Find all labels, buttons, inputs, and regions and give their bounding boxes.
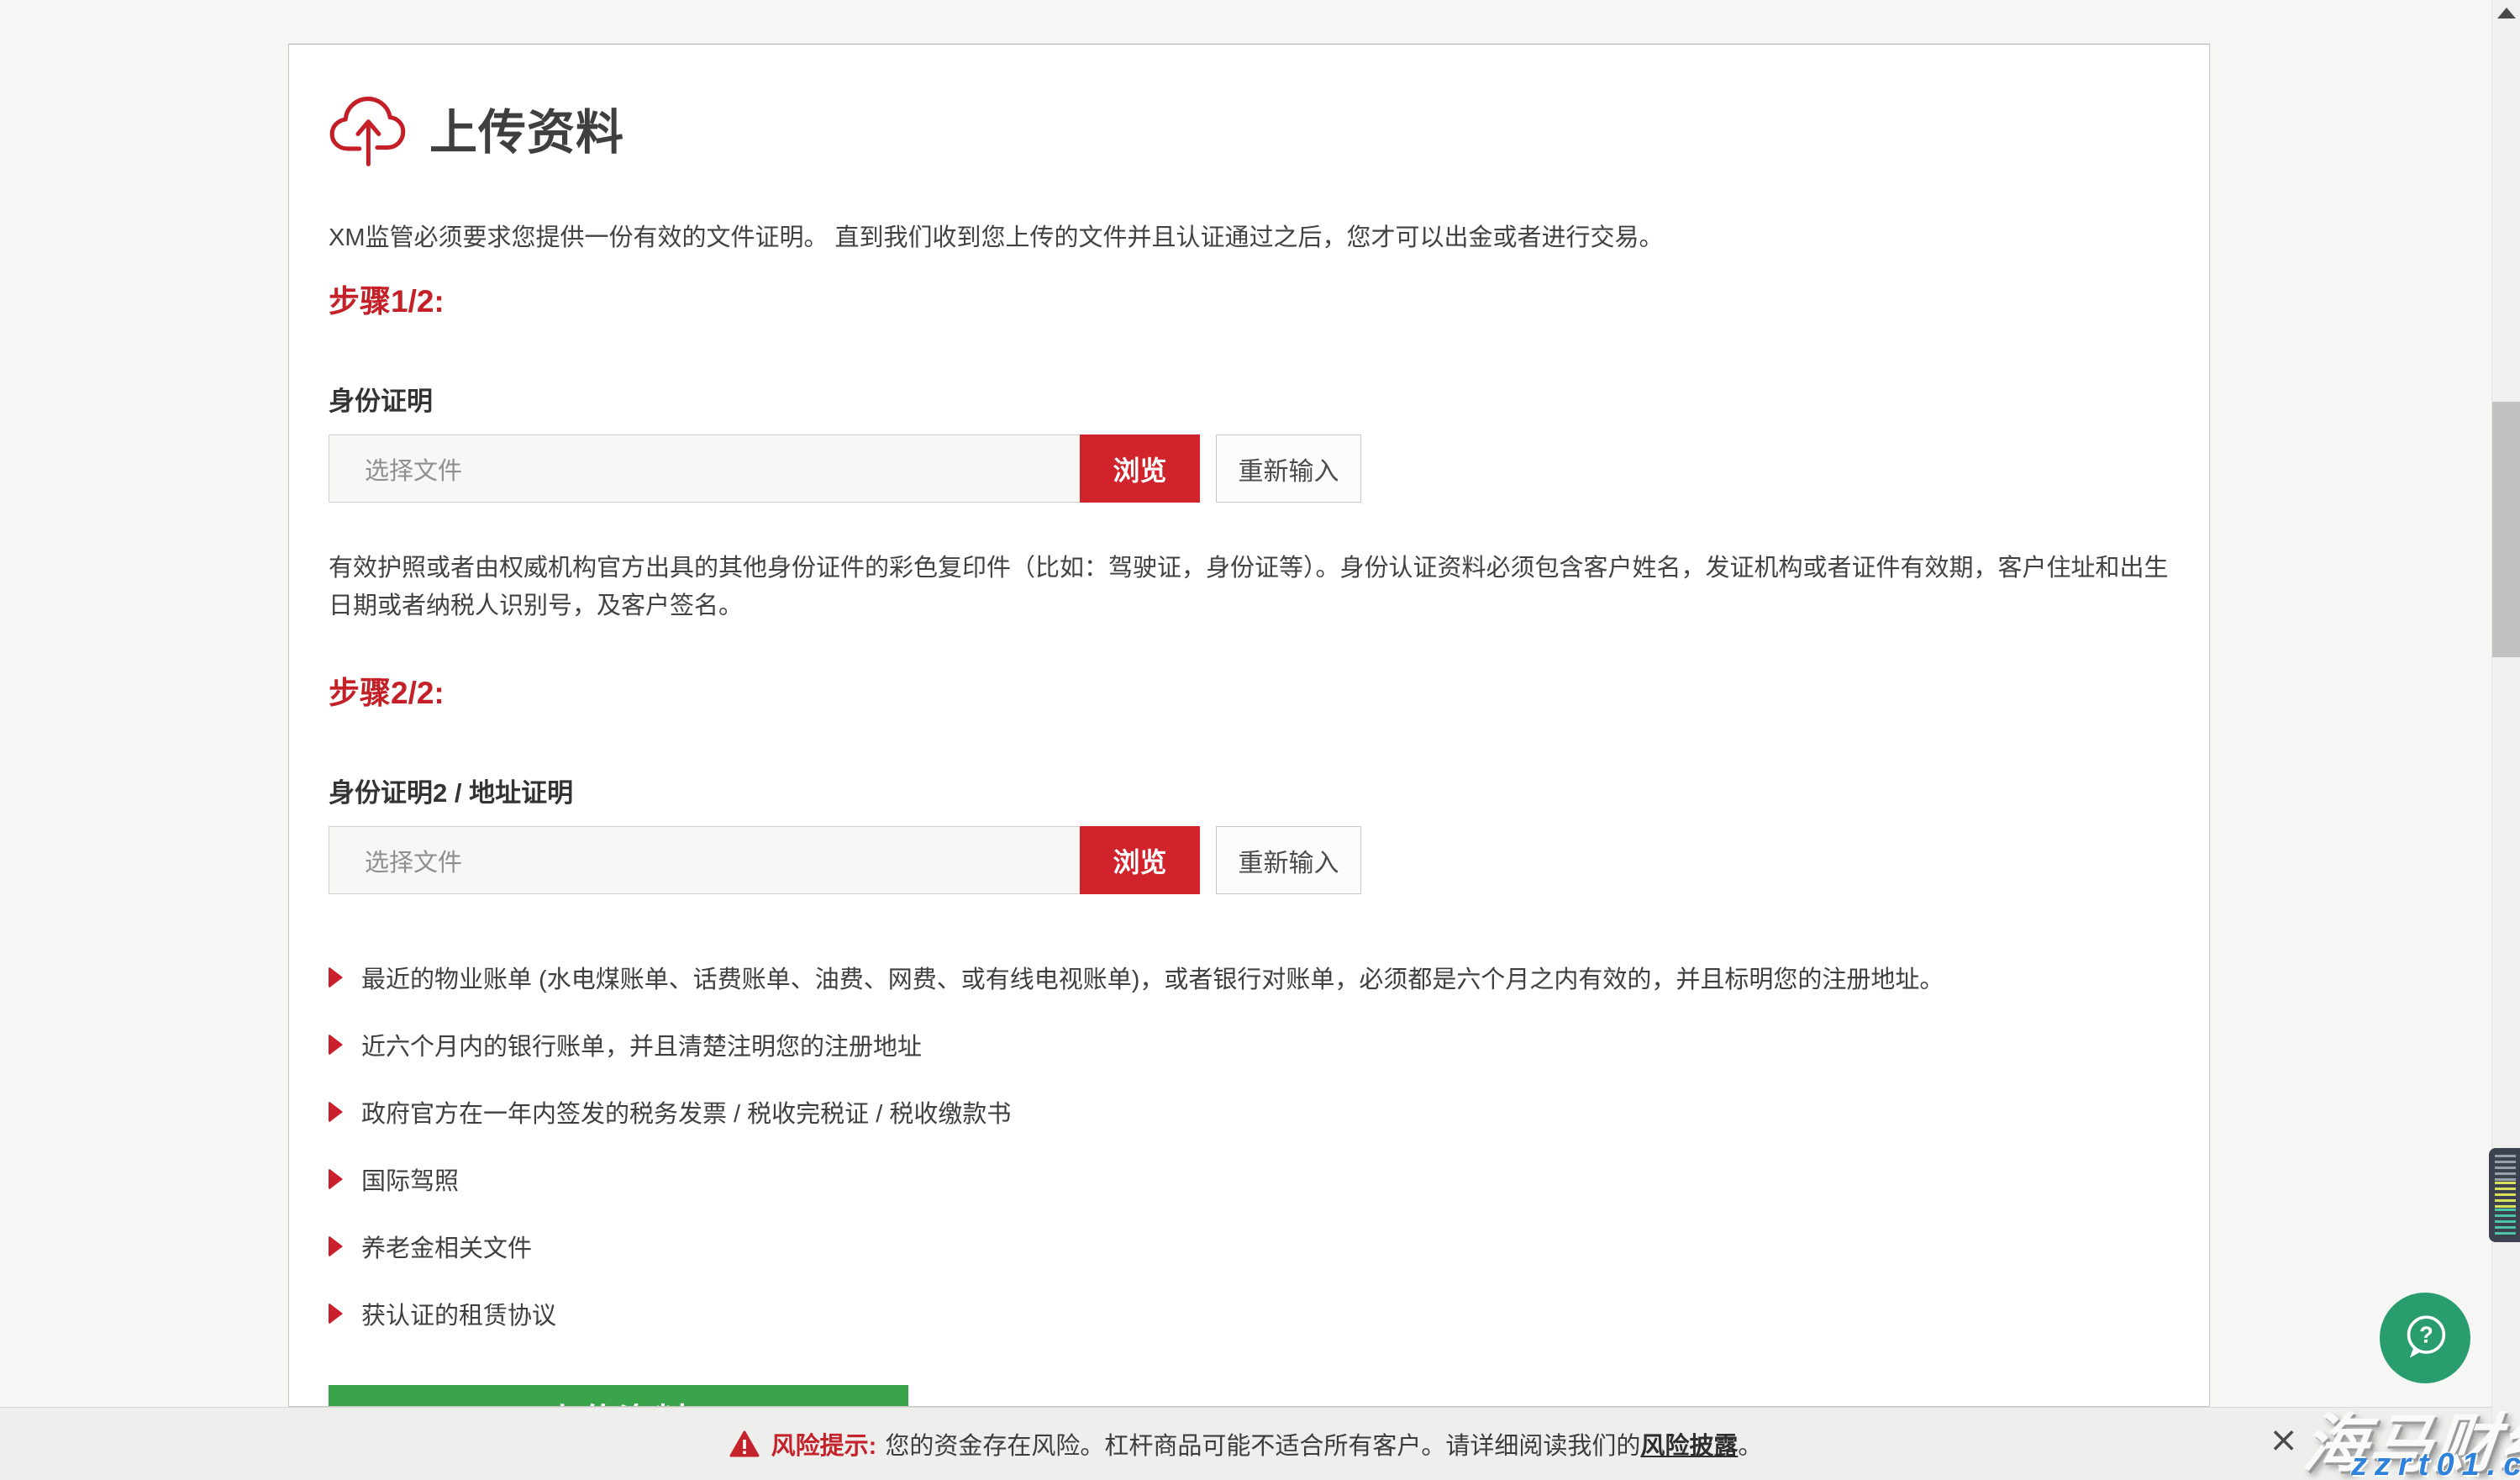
- warning-icon: [729, 1430, 760, 1458]
- file-placeholder: 选择文件: [329, 827, 1080, 893]
- risk-banner: 风险提示: 您的资金存在风险。杠杆商品可能不适合所有客户。请详细阅读我们的 风险…: [0, 1407, 2491, 1480]
- list-item: 养老金相关文件: [329, 1229, 2171, 1264]
- list-item-text: 国际驾照: [361, 1161, 459, 1197]
- scrollbar-thumb[interactable]: [2492, 402, 2520, 657]
- reset-button[interactable]: 重新输入: [1216, 826, 1361, 894]
- list-item-text: 获认证的租赁协议: [361, 1296, 556, 1331]
- upload-documents-card: 上传资料 XM监管必须要求您提供一份有效的文件证明。 直到我们收到您上传的文件并…: [288, 44, 2210, 1407]
- bullet-triangle-icon: [329, 1034, 343, 1056]
- address-proof-file-input[interactable]: 选择文件 浏览: [329, 826, 1200, 894]
- edge-stripes-widget[interactable]: [2489, 1148, 2520, 1242]
- upload-cloud-icon: [329, 90, 406, 167]
- step-2-heading: 步骤2/2:: [329, 667, 2171, 713]
- scroll-up-arrow-icon[interactable]: [2497, 8, 2516, 18]
- card-header: 上传资料: [329, 90, 2171, 167]
- id-requirements-text: 有效护照或者由权威机构官方出具的其他身份证件的彩色复印件（比如：驾驶证，身份证等…: [329, 550, 2169, 625]
- bullet-triangle-icon: [329, 1101, 343, 1123]
- list-item-text: 近六个月内的银行账单，并且清楚注明您的注册地址: [361, 1027, 922, 1062]
- reset-button[interactable]: 重新输入: [1216, 435, 1361, 503]
- risk-disclosure-link[interactable]: 风险披露: [1640, 1426, 1738, 1462]
- stripes-teal: [2495, 1209, 2516, 1235]
- file-placeholder: 选择文件: [329, 435, 1080, 502]
- address-proof-file-row: 选择文件 浏览 重新输入: [329, 826, 2171, 894]
- id-proof-file-row: 选择文件 浏览 重新输入: [329, 435, 2171, 503]
- page-title: 上传资料: [429, 94, 624, 163]
- stripes-gray: [2495, 1155, 2516, 1182]
- id-proof-file-input[interactable]: 选择文件 浏览: [329, 435, 1200, 503]
- bullet-triangle-icon: [329, 966, 343, 988]
- bullet-triangle-icon: [329, 1235, 343, 1257]
- svg-text:?: ?: [2419, 1321, 2433, 1347]
- list-item: 最近的物业账单 (水电煤账单、话费账单、油费、网费、或有线电视账单)，或者银行对…: [329, 960, 2171, 995]
- browse-button[interactable]: 浏览: [1080, 435, 1200, 503]
- intro-text: XM监管必须要求您提供一份有效的文件证明。 直到我们收到您上传的文件并且认证通过…: [329, 219, 2171, 257]
- risk-warning-text: 您的资金存在风险。杠杆商品可能不适合所有客户。请详细阅读我们的: [885, 1426, 1640, 1462]
- risk-warning-label: 风险提示:: [771, 1426, 877, 1462]
- list-item-text: 政府官方在一年内签发的税务发票 / 税收完税证 / 税收缴款书: [361, 1094, 1011, 1130]
- list-item-text: 养老金相关文件: [361, 1229, 532, 1264]
- address-proof-label: 身份证明2 / 地址证明: [329, 772, 2171, 809]
- bullet-triangle-icon: [329, 1168, 343, 1190]
- list-item-text: 最近的物业账单 (水电煤账单、话费账单、油费、网费、或有线电视账单)，或者银行对…: [361, 960, 1944, 995]
- question-bubble-icon: ?: [2395, 1307, 2455, 1370]
- list-item: 获认证的租赁协议: [329, 1296, 2171, 1331]
- list-item: 政府官方在一年内签发的税务发票 / 税收完税证 / 税收缴款书: [329, 1094, 2171, 1130]
- upload-submit-button[interactable]: 上传资料: [329, 1385, 908, 1407]
- browse-button[interactable]: 浏览: [1080, 826, 1200, 894]
- bullet-triangle-icon: [329, 1303, 343, 1325]
- list-item: 近六个月内的银行账单，并且清楚注明您的注册地址: [329, 1027, 2171, 1062]
- risk-banner-close-button[interactable]: ×: [2269, 1422, 2298, 1457]
- risk-warning-suffix: 。: [1738, 1426, 1762, 1462]
- step-1-heading: 步骤1/2:: [329, 276, 2171, 321]
- watermark-site-url: zzrt01.cn: [2351, 1447, 2520, 1480]
- help-chat-button[interactable]: ?: [2380, 1293, 2470, 1383]
- stripes-yellow: [2495, 1182, 2516, 1209]
- vertical-scrollbar[interactable]: [2491, 0, 2520, 1480]
- accepted-documents-list: 最近的物业账单 (水电煤账单、话费账单、油费、网费、或有线电视账单)，或者银行对…: [329, 960, 2171, 1331]
- id-proof-label: 身份证明: [329, 380, 2171, 418]
- list-item: 国际驾照: [329, 1161, 2171, 1197]
